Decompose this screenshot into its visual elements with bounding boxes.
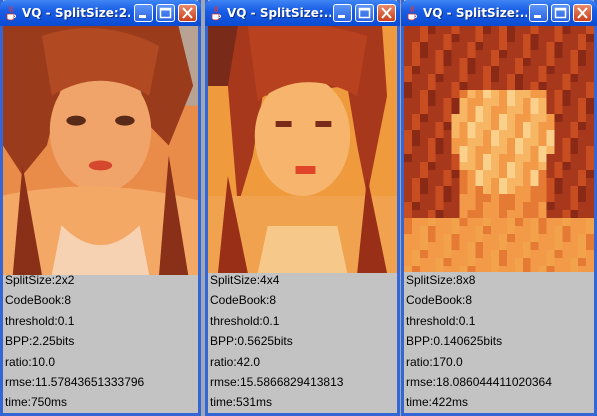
split-size-label: SplitSize:4x4 (210, 273, 280, 287)
minimize-button[interactable] (529, 4, 548, 22)
threshold-label: threshold:0.1 (5, 313, 75, 328)
maximize-icon (358, 7, 371, 19)
window-title: VQ - SplitSize:... (227, 6, 331, 20)
java-cup-icon (407, 5, 417, 21)
codebook-label: CodeBook:8 (406, 293, 473, 308)
vq-image (3, 26, 198, 275)
maximize-button[interactable] (156, 4, 175, 22)
maximize-button[interactable] (551, 4, 570, 22)
close-button[interactable] (573, 4, 592, 22)
threshold-label: threshold:0.1 (210, 313, 280, 328)
close-icon (381, 7, 392, 19)
codebook-label: CodeBook:8 (5, 293, 72, 308)
bpp-label: BPP:0.140625bits (406, 334, 503, 349)
threshold-label: threshold:0.1 (406, 313, 476, 328)
window-title: VQ - SplitSize:... (423, 6, 527, 20)
minimize-icon (338, 15, 345, 18)
title-bar[interactable]: VQ - SplitSize:2... (0, 0, 201, 26)
close-button[interactable] (178, 4, 197, 22)
java-cup-icon (211, 5, 221, 21)
rmse-label: rmse:11.57843651333796 (5, 374, 145, 389)
window-title: VQ - SplitSize:2... (22, 6, 130, 20)
vq-window-2x2[interactable]: VQ - SplitSize:2... SplitSize:2x2 CodeBo… (0, 0, 201, 416)
title-bar[interactable]: VQ - SplitSize:... (205, 0, 400, 26)
close-icon (577, 7, 588, 19)
minimize-button[interactable] (333, 4, 352, 22)
rmse-label: rmse:15.5866829413813 (210, 374, 344, 389)
vq-image (208, 26, 397, 273)
bpp-label: BPP:0.5625bits (210, 334, 293, 349)
rmse-label: rmse:18.086044411020364 (406, 374, 552, 389)
vq-image (404, 26, 594, 272)
maximize-button[interactable] (355, 4, 374, 22)
ratio-label: ratio:42.0 (210, 354, 261, 369)
ratio-label: ratio:10.0 (5, 354, 56, 369)
close-icon (182, 7, 193, 19)
time-label: time:422ms (406, 395, 469, 410)
ratio-label: ratio:170.0 (406, 354, 463, 369)
info-panel: SplitSize:2x2 CodeBook:8 threshold:0.1 B… (3, 270, 198, 413)
java-cup-icon (6, 5, 16, 21)
time-label: time:750ms (5, 395, 68, 410)
bpp-label: BPP:2.25bits (5, 334, 75, 349)
maximize-icon (159, 7, 172, 19)
title-bar[interactable]: VQ - SplitSize:... (401, 0, 597, 26)
info-panel: SplitSize:4x4 CodeBook:8 threshold:0.1 B… (208, 270, 397, 413)
minimize-button[interactable] (134, 4, 153, 22)
split-size-label: SplitSize:2x2 (5, 273, 75, 287)
maximize-icon (554, 7, 567, 19)
minimize-icon (534, 15, 541, 18)
minimize-icon (139, 15, 146, 18)
info-panel: SplitSize:8x8 CodeBook:8 threshold:0.1 B… (404, 270, 594, 413)
time-label: time:531ms (210, 395, 273, 410)
split-size-label: SplitSize:8x8 (406, 273, 476, 287)
vq-window-4x4[interactable]: VQ - SplitSize:... SplitSize:4x4 CodeBoo… (205, 0, 400, 416)
close-button[interactable] (377, 4, 396, 22)
codebook-label: CodeBook:8 (210, 293, 277, 308)
vq-window-8x8[interactable]: VQ - SplitSize:... SplitSize:8x8 CodeBoo… (401, 0, 597, 416)
